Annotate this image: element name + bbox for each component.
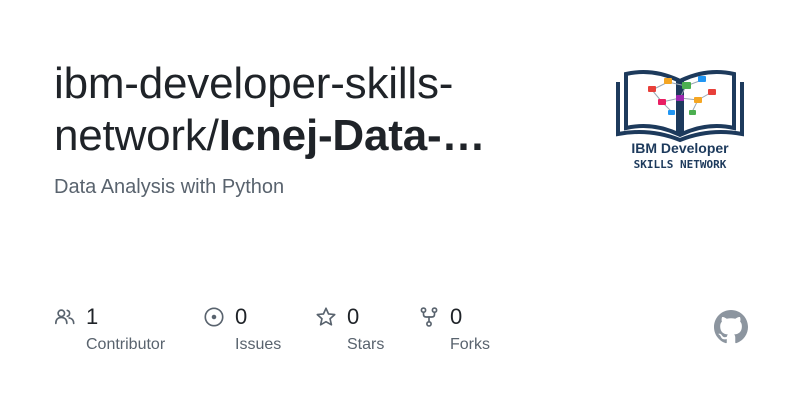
issue-icon [204,307,224,327]
fork-icon [420,307,438,327]
star-label: Stars [347,336,385,353]
repo-owner-continued: network/ [54,111,219,160]
logo-text-ibm-developer: IBM Developer [631,140,729,156]
issue-count: 0 [235,304,248,329]
star-icon [316,307,336,326]
repo-owner: ibm-developer-skills- [54,59,454,108]
star-count: 0 [347,304,360,329]
contributor-count: 1 [86,304,99,329]
repo-description: Data Analysis with Python [54,176,285,198]
fork-label: Forks [450,336,490,353]
contributor-label: Contributor [86,336,166,353]
fork-count: 0 [450,304,463,329]
repo-name: Icnej-Data-… [218,111,486,160]
github-icon[interactable] [714,310,748,344]
people-icon [55,309,75,325]
logo-text-skills-network: SKILLS NETWORK [633,158,727,171]
repo-title: ibm-developer-skills- network/Icnej-Data… [54,58,574,162]
issue-label: Issues [235,336,282,353]
